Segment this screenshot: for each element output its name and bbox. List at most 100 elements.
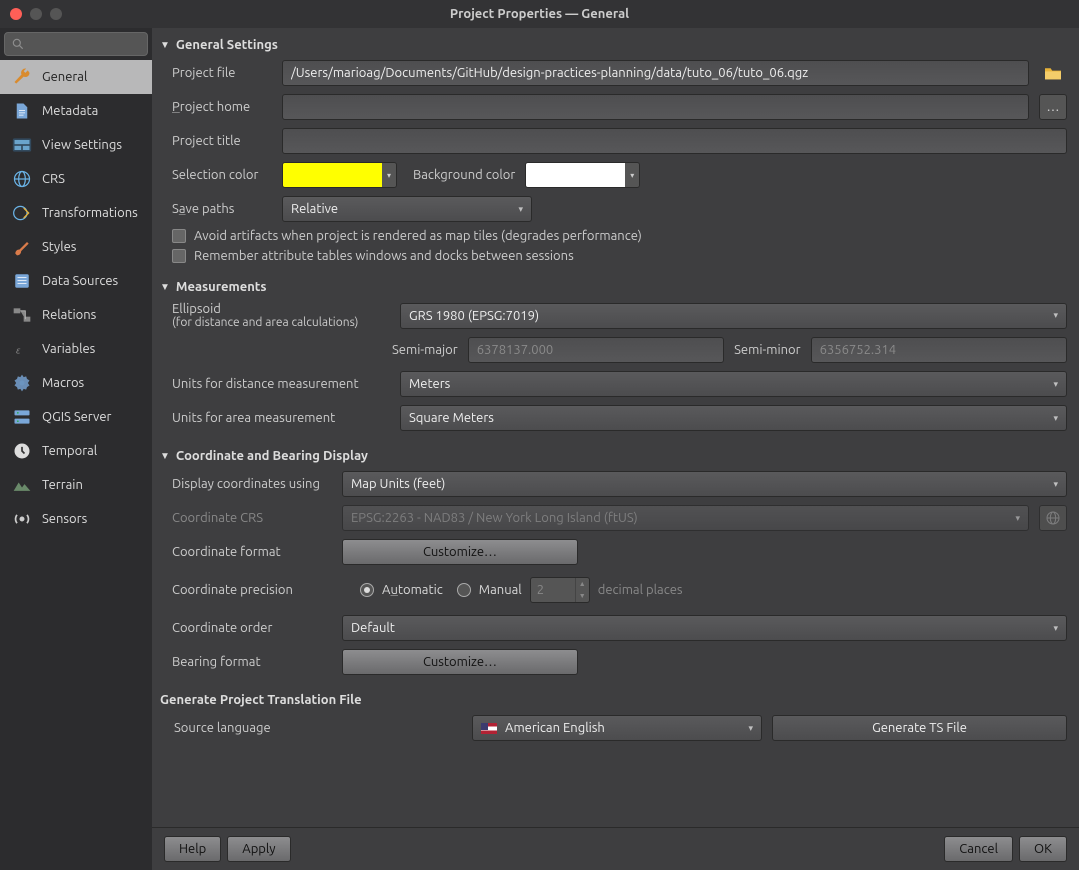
- view-icon: [10, 135, 34, 155]
- sidebar-item-qgis-server[interactable]: QGIS Server: [0, 400, 152, 434]
- precision-manual-radio[interactable]: [457, 583, 471, 597]
- source-language-select[interactable]: American English ▾: [472, 715, 762, 741]
- terrain-icon: [10, 475, 34, 495]
- server-icon: [10, 407, 34, 427]
- eps-icon: ε: [10, 339, 34, 359]
- sidebar-item-view-settings[interactable]: View Settings: [0, 128, 152, 162]
- sidebar-item-label: Styles: [42, 240, 76, 254]
- brush-icon: [10, 237, 34, 257]
- remember-tables-label: Remember attribute tables windows and do…: [194, 249, 574, 263]
- collapse-icon: ▼: [160, 39, 170, 51]
- crs-picker-button: [1039, 505, 1067, 531]
- sidebar-item-macros[interactable]: Macros: [0, 366, 152, 400]
- sidebar-item-styles[interactable]: Styles: [0, 230, 152, 264]
- sidebar-item-label: Macros: [42, 376, 84, 390]
- sidebar-item-label: Variables: [42, 342, 95, 356]
- precision-automatic-label: Automatic: [382, 583, 443, 597]
- globe-icon: [10, 169, 34, 189]
- section-general-settings[interactable]: ▼ General Settings: [160, 34, 1067, 56]
- precision-suffix: decimal places: [598, 583, 683, 597]
- main-panel: ▼ General Settings Project file Project …: [152, 28, 1079, 870]
- ellipsoid-label: Ellipsoid: [172, 302, 390, 316]
- browse-project-home-button[interactable]: …: [1039, 94, 1067, 120]
- precision-automatic-radio[interactable]: [360, 583, 374, 597]
- dropdown-arrow-icon: ▾: [1053, 413, 1058, 424]
- sidebar-item-label: QGIS Server: [42, 410, 111, 424]
- section-title: Measurements: [176, 280, 267, 294]
- sidebar-item-variables[interactable]: ε Variables: [0, 332, 152, 366]
- ok-button[interactable]: OK: [1019, 836, 1067, 862]
- area-units-select[interactable]: Square Meters▾: [400, 405, 1067, 431]
- avoid-artifacts-checkbox[interactable]: [172, 229, 186, 243]
- background-color-picker[interactable]: ▾: [525, 162, 640, 188]
- bearing-format-customize-button[interactable]: Customize…: [342, 649, 578, 675]
- maximize-window-icon[interactable]: [50, 8, 62, 20]
- sidebar-item-terrain[interactable]: Terrain: [0, 468, 152, 502]
- sidebar-item-general[interactable]: General: [0, 60, 152, 94]
- sidebar-item-data-sources[interactable]: Data Sources: [0, 264, 152, 298]
- minimize-window-icon[interactable]: [30, 8, 42, 20]
- coord-format-label: Coordinate format: [172, 545, 332, 559]
- sidebar-item-transformations[interactable]: Transformations: [0, 196, 152, 230]
- clock-icon: [10, 441, 34, 461]
- sidebar-item-label: Transformations: [42, 206, 138, 220]
- project-title-label: Project title: [172, 134, 272, 148]
- coord-format-customize-button[interactable]: Customize…: [342, 539, 578, 565]
- collapse-icon: ▼: [160, 281, 170, 293]
- project-file-label: Project file: [172, 66, 272, 80]
- save-paths-select[interactable]: Relative▾: [282, 196, 532, 222]
- dropdown-arrow-icon: ▾: [382, 163, 396, 187]
- background-color-swatch: [526, 163, 625, 187]
- sensor-icon: [10, 509, 34, 529]
- search-icon: [11, 37, 25, 51]
- globe-icon: [1045, 510, 1061, 526]
- remember-tables-checkbox[interactable]: [172, 249, 186, 263]
- dialog-button-bar: Help Apply Cancel OK: [152, 827, 1079, 870]
- sidebar-item-label: Relations: [42, 308, 96, 322]
- wrench-icon: [10, 67, 34, 87]
- selection-color-picker[interactable]: ▾: [282, 162, 397, 188]
- svg-text:ε: ε: [16, 345, 21, 356]
- sidebar-item-relations[interactable]: Relations: [0, 298, 152, 332]
- section-measurements[interactable]: ▼ Measurements: [160, 276, 1067, 298]
- sidebar-item-label: Metadata: [42, 104, 98, 118]
- sidebar-item-temporal[interactable]: Temporal: [0, 434, 152, 468]
- semi-minor-input: [811, 337, 1067, 363]
- display-using-select[interactable]: Map Units (feet)▾: [342, 471, 1067, 497]
- avoid-artifacts-label: Avoid artifacts when project is rendered…: [194, 229, 642, 243]
- ellipsoid-sublabel: (for distance and area calculations): [172, 316, 390, 329]
- folder-icon: [1043, 65, 1063, 81]
- sidebar-item-sensors[interactable]: Sensors: [0, 502, 152, 536]
- sidebar-item-metadata[interactable]: Metadata: [0, 94, 152, 128]
- project-file-input[interactable]: [282, 60, 1029, 86]
- close-window-icon[interactable]: [10, 8, 22, 20]
- sidebar-item-crs[interactable]: CRS: [0, 162, 152, 196]
- gear-icon: [10, 373, 34, 393]
- cancel-button[interactable]: Cancel: [944, 836, 1013, 862]
- distance-units-select[interactable]: Meters▾: [400, 371, 1067, 397]
- project-home-input[interactable]: [282, 94, 1029, 120]
- apply-button[interactable]: Apply: [227, 836, 290, 862]
- section-title: Coordinate and Bearing Display: [176, 449, 368, 463]
- window-controls: [10, 8, 62, 20]
- sidebar-item-label: Terrain: [42, 478, 83, 492]
- rel-icon: [10, 305, 34, 325]
- sidebar-search[interactable]: [4, 32, 148, 56]
- precision-decimals-spinbox: ▲▼: [530, 577, 590, 603]
- selection-color-swatch: [283, 163, 382, 187]
- selection-color-label: Selection color: [172, 168, 272, 182]
- generate-ts-file-button[interactable]: Generate TS File: [772, 715, 1067, 741]
- dropdown-arrow-icon: ▾: [518, 204, 523, 215]
- browse-project-file-button[interactable]: [1039, 60, 1067, 86]
- coord-order-select[interactable]: Default▾: [342, 615, 1067, 641]
- project-title-input[interactable]: [282, 128, 1067, 154]
- section-translation: Generate Project Translation File: [160, 689, 1067, 711]
- help-button[interactable]: Help: [164, 836, 221, 862]
- dropdown-arrow-icon: ▾: [1053, 479, 1058, 490]
- semi-major-input: [468, 337, 724, 363]
- ellipsoid-select[interactable]: GRS 1980 (EPSG:7019)▾: [400, 303, 1067, 329]
- collapse-icon: ▼: [160, 450, 170, 462]
- section-coordinate-display[interactable]: ▼ Coordinate and Bearing Display: [160, 445, 1067, 467]
- coord-crs-select: EPSG:2263 - NAD83 / New York Long Island…: [342, 505, 1029, 531]
- background-color-label: Background color: [413, 168, 515, 182]
